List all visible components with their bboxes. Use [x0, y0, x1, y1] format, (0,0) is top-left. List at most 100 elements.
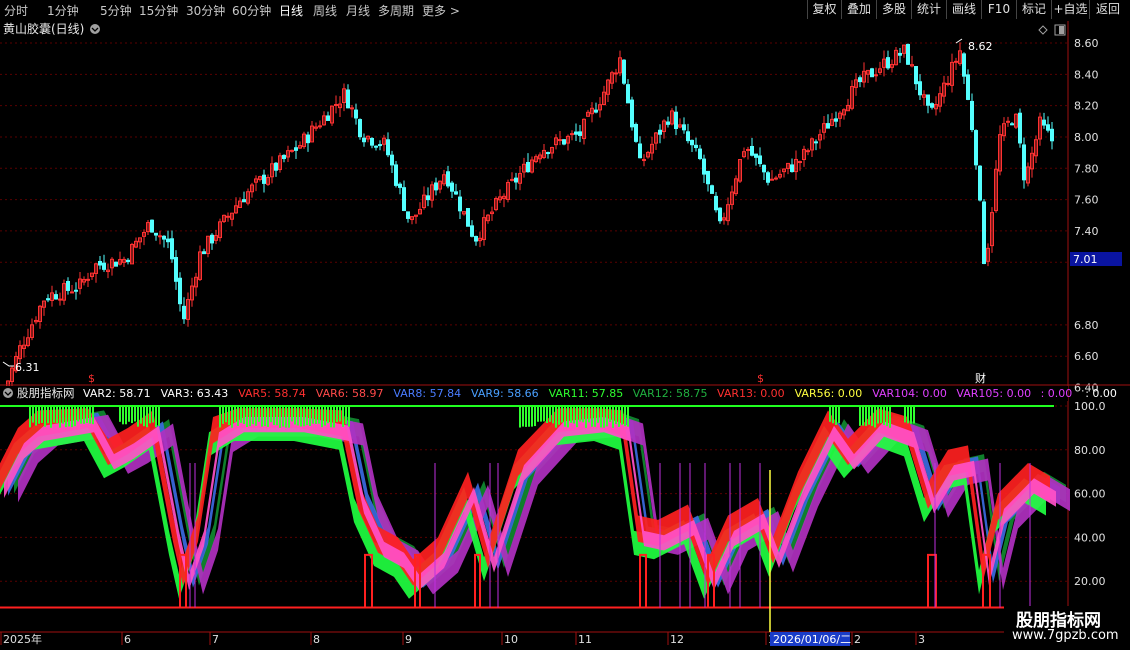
candle-body	[918, 81, 922, 96]
mark-button[interactable]: 标记	[1016, 0, 1051, 19]
candle-body	[242, 199, 246, 203]
cursor-date-label: 2026/01/06/二	[773, 633, 851, 646]
candle-body	[806, 150, 810, 153]
dividend-marker[interactable]: $	[88, 372, 95, 385]
indicator-tick-label: 40.00	[1074, 531, 1106, 544]
candle-body	[178, 277, 182, 305]
candle-body	[558, 139, 562, 142]
candle-body	[926, 94, 930, 106]
title-dropdown-icon[interactable]	[90, 24, 100, 34]
current-price-label: 7.01	[1073, 253, 1098, 266]
period-tab-30min[interactable]: 30分钟	[186, 2, 225, 19]
indicator-value: VAR2: 58.71	[83, 387, 151, 400]
indicator-tick-label: 100.0	[1074, 400, 1106, 413]
period-tab-60min[interactable]: 60分钟	[232, 2, 271, 19]
candle-body	[294, 147, 298, 151]
indicator-tick-label: 60.00	[1074, 488, 1106, 501]
price-tick-label: 8.00	[1074, 131, 1099, 144]
candle-body	[170, 238, 174, 260]
candle-body	[694, 144, 698, 149]
candle-body	[754, 153, 758, 158]
indicator-values: VAR2: 58.71 VAR3: 63.43 VAR5: 58.74 VAR6: 5…	[83, 387, 1130, 400]
period-tab-1min[interactable]: 1分钟	[47, 2, 79, 19]
period-tab-fenshi[interactable]: 分时	[4, 2, 28, 19]
candle-body	[638, 143, 642, 159]
indicator-dropdown-icon[interactable]	[3, 388, 13, 398]
x-tick-label: 11	[578, 633, 592, 646]
candle-body	[386, 139, 390, 156]
price-tick-label: 7.40	[1074, 225, 1099, 238]
statistics-button[interactable]: 统计	[911, 0, 946, 19]
candle-body	[326, 115, 330, 121]
candle-body	[1022, 144, 1026, 181]
candle-body	[394, 164, 398, 186]
candle-body	[150, 219, 154, 233]
period-tab-5min[interactable]: 5分钟	[100, 2, 132, 19]
candle-body	[970, 100, 974, 131]
candle-body	[210, 234, 214, 244]
x-tick-label: 9	[405, 633, 412, 646]
period-tab-15min[interactable]: 15分钟	[139, 2, 178, 19]
candle-body	[702, 158, 706, 175]
candle-body	[718, 207, 722, 222]
candle-body	[402, 187, 406, 212]
candle-body	[714, 195, 718, 211]
x-tick-label: 2025年	[3, 632, 42, 646]
watermark: 股朋指标网 www.7gpzb.com	[1004, 606, 1130, 650]
more-periods-button[interactable]: 更多 >	[422, 2, 460, 19]
x-tick-label: 7	[212, 633, 219, 646]
indicator-tick-label: 20.00	[1074, 575, 1106, 588]
dividend-marker[interactable]: $	[757, 372, 764, 385]
add-watchlist-button[interactable]: +自选	[1051, 0, 1089, 19]
finance-marker[interactable]: 财	[975, 371, 986, 385]
candle-body	[54, 294, 58, 300]
candle-body	[914, 66, 918, 85]
indicator-value: : 0.00	[1085, 387, 1117, 400]
candle-body	[154, 232, 158, 236]
indicator-name[interactable]: 股朋指标网	[17, 386, 75, 400]
overlay-button[interactable]: 叠加	[841, 0, 876, 19]
candle-body	[874, 74, 878, 77]
candle-body	[686, 131, 690, 142]
candle-body	[354, 109, 358, 119]
candle-body	[1042, 119, 1046, 126]
candle-body	[1018, 112, 1022, 144]
multi-stock-button[interactable]: 多股	[876, 0, 911, 19]
candle-body	[966, 74, 970, 100]
candle-body	[634, 123, 638, 142]
period-tab-monthly[interactable]: 月线	[346, 2, 370, 19]
candle-body	[162, 235, 166, 240]
candle-body	[282, 154, 286, 160]
chevron-right-icon: >	[446, 4, 460, 18]
period-tab-weekly[interactable]: 周线	[313, 2, 337, 19]
stock-chart[interactable]: 8.608.408.208.007.807.607.407.206.806.60…	[0, 20, 1130, 650]
candle-body	[470, 225, 474, 237]
candle-body	[578, 131, 582, 136]
back-button[interactable]: 返回	[1089, 0, 1126, 19]
f10-button[interactable]: F10	[981, 0, 1016, 19]
x-tick-label: 3	[918, 633, 925, 646]
period-tab-multi[interactable]: 多周期	[378, 2, 414, 19]
candle-body	[1010, 123, 1014, 126]
candle-body	[622, 59, 626, 84]
candle-body	[1046, 124, 1050, 131]
more-label: 更多	[422, 4, 447, 18]
candle-body	[350, 107, 354, 110]
candle-body	[946, 82, 950, 85]
indicator-value: VAR104: 0.00	[872, 387, 947, 400]
draw-line-button[interactable]: 画线	[946, 0, 981, 19]
candle-body	[766, 172, 770, 183]
indicator-tick-label: 80.00	[1074, 444, 1106, 457]
x-tick-label: 10	[504, 633, 518, 646]
candle-body	[454, 191, 458, 195]
candle-body	[114, 261, 118, 267]
candle-body	[158, 235, 162, 238]
candle-body	[58, 298, 62, 301]
period-tab-daily[interactable]: 日线	[279, 2, 303, 19]
candle-body	[398, 183, 402, 188]
candle-body	[1050, 128, 1054, 142]
indicator-value: VAR13: 0.00	[717, 387, 785, 400]
x-tick-label: 8	[313, 633, 320, 646]
restore-rights-button[interactable]: 复权	[807, 0, 841, 19]
candle-body	[858, 77, 862, 83]
